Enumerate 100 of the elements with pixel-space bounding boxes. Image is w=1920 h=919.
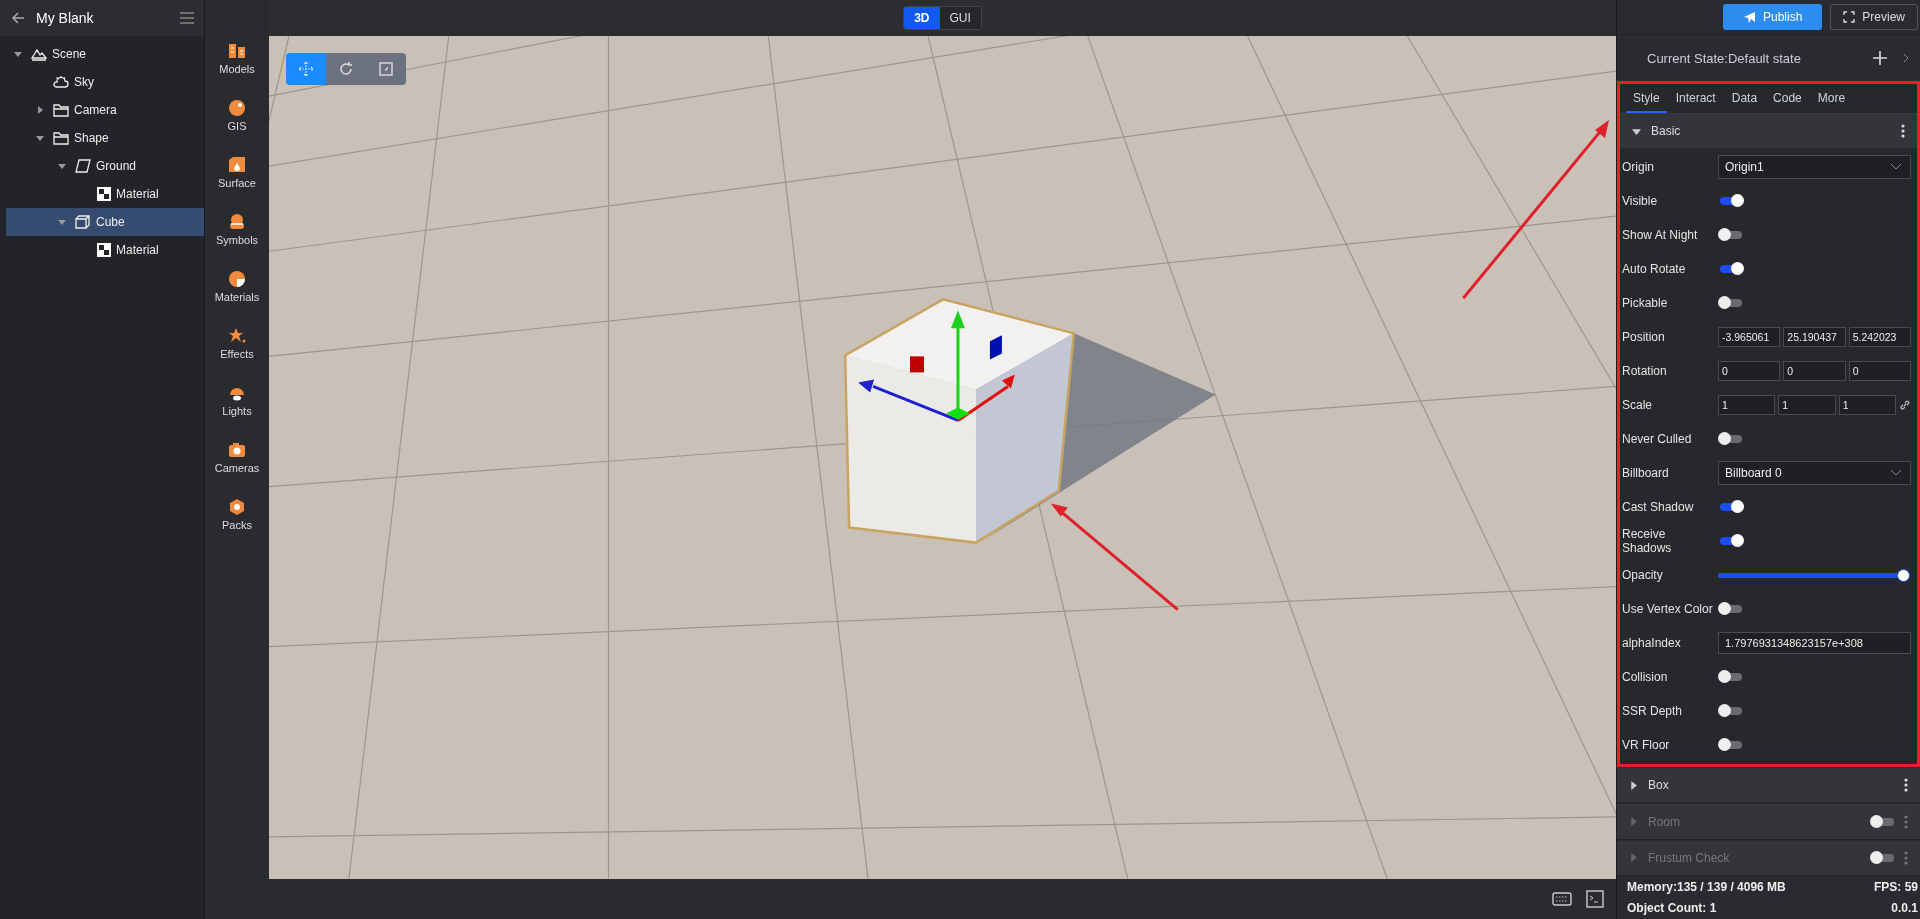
checker-icon: [97, 187, 111, 201]
section-header[interactable]: Basic: [1620, 114, 1917, 149]
library-item[interactable]: Effects: [220, 327, 254, 360]
library-item[interactable]: Symbols: [215, 213, 259, 246]
property-label: Use Vertex Color: [1622, 602, 1714, 617]
library-item[interactable]: Surface: [218, 156, 256, 189]
property-label: Origin: [1622, 160, 1655, 175]
chevron-down-icon: [1890, 163, 1902, 172]
number-field[interactable]: 1: [1778, 395, 1836, 416]
number-field[interactable]: 5.242023: [1848, 327, 1911, 348]
tree-item[interactable]: Cube: [6, 208, 204, 236]
property-label: VR Floor: [1622, 738, 1671, 753]
property-label: Show At Night: [1622, 228, 1699, 243]
menu-icon[interactable]: [180, 12, 194, 24]
caret-icon[interactable]: [36, 106, 44, 114]
property-label: Scale: [1622, 398, 1654, 413]
current-state-label: Current State:Default state: [1647, 50, 1802, 66]
back-icon[interactable]: [10, 10, 26, 26]
library-item[interactable]: GIS: [227, 99, 247, 132]
toggle-switch[interactable]: [1720, 741, 1742, 750]
toggle-switch[interactable]: [1720, 299, 1742, 308]
fullscreen-icon: [1843, 11, 1856, 24]
toggle-switch[interactable]: [1720, 265, 1742, 274]
property-label: Rotation: [1622, 364, 1668, 379]
preview-button[interactable]: Preview: [1830, 4, 1918, 31]
caret-icon[interactable]: [14, 50, 22, 58]
property-label: Auto Rotate: [1622, 262, 1687, 277]
scale-tool[interactable]: [366, 53, 406, 85]
tree-item[interactable]: Camera: [6, 96, 204, 124]
number-field[interactable]: 0: [1783, 361, 1846, 382]
cube-icon: [75, 215, 91, 229]
scale-icon: [378, 61, 394, 77]
property-label: Billboard: [1622, 466, 1670, 481]
property-label: Opacity: [1622, 568, 1664, 583]
link-icon[interactable]: [1899, 399, 1911, 412]
property-label: Collision: [1622, 670, 1669, 685]
library-item[interactable]: Models: [219, 42, 255, 75]
property-label: Never Culled: [1622, 432, 1693, 447]
caret-icon[interactable]: [36, 134, 44, 142]
section-header[interactable]: Box: [1617, 768, 1920, 804]
tree-item[interactable]: Scene: [6, 40, 204, 68]
toggle-switch[interactable]: [1720, 503, 1742, 512]
rotate-icon: [338, 61, 354, 77]
tree-item[interactable]: Ground: [6, 152, 204, 180]
more-icon[interactable]: [1904, 778, 1908, 793]
property-label: Pickable: [1622, 296, 1669, 311]
mode-tab[interactable]: 3D: [904, 7, 940, 29]
keyboard-icon[interactable]: [1552, 892, 1572, 906]
mode-tab[interactable]: GUI: [939, 7, 981, 29]
transform-gizmo[interactable]: [858, 310, 1015, 422]
property-tab[interactable]: Interact: [1668, 84, 1723, 114]
cloud-sun-icon: [53, 75, 69, 89]
library-item[interactable]: Cameras: [214, 441, 260, 474]
terminal-icon[interactable]: [1586, 890, 1604, 908]
plus-icon[interactable]: [1872, 50, 1888, 67]
toggle-switch[interactable]: [1720, 707, 1742, 716]
more-icon[interactable]: [1901, 124, 1905, 139]
dropdown-field[interactable]: Origin1: [1718, 155, 1911, 180]
number-field[interactable]: 0: [1848, 361, 1911, 382]
library-item[interactable]: Packs: [222, 498, 252, 531]
project-title: My Blank: [36, 10, 95, 26]
dropdown-field[interactable]: Billboard 0: [1718, 461, 1911, 486]
property-label: Receive Shadows: [1622, 527, 1673, 556]
number-field[interactable]: 1: [1838, 395, 1896, 416]
toggle-switch[interactable]: [1720, 197, 1742, 206]
chevron-icon[interactable]: [1902, 53, 1910, 64]
object-count: Object Count: 1: [1627, 901, 1717, 915]
toggle-switch[interactable]: [1720, 673, 1742, 682]
property-label: Position: [1622, 330, 1666, 345]
chevron-down-icon: [1890, 469, 1902, 478]
number-field[interactable]: 0: [1718, 361, 1781, 382]
tree-item[interactable]: Shape: [6, 124, 204, 152]
caret-icon[interactable]: [58, 218, 66, 226]
move-icon: [298, 61, 314, 77]
library-item[interactable]: Lights: [222, 384, 252, 417]
tree-item[interactable]: Material: [6, 180, 204, 208]
number-field[interactable]: 25.190437: [1783, 327, 1846, 348]
rotate-tool[interactable]: [326, 53, 366, 85]
library-item[interactable]: Materials: [214, 270, 260, 303]
toggle-switch[interactable]: [1720, 537, 1742, 546]
number-field[interactable]: 1: [1718, 395, 1776, 416]
folder-icon: [53, 103, 69, 117]
number-field[interactable]: -3.965061: [1718, 327, 1781, 348]
slider-thumb[interactable]: [1897, 568, 1910, 582]
property-label: Visible: [1622, 194, 1659, 209]
property-tab[interactable]: Code: [1766, 84, 1809, 114]
models-icon: [228, 42, 246, 60]
property-tab[interactable]: More: [1810, 84, 1853, 114]
caret-icon[interactable]: [58, 162, 66, 170]
toggle-switch[interactable]: [1720, 605, 1742, 614]
input-field[interactable]: 1.7976931348623157e+308: [1718, 632, 1911, 655]
tree-item[interactable]: Sky: [6, 68, 204, 96]
symbols-icon: [228, 213, 246, 231]
toggle-switch[interactable]: [1720, 231, 1742, 240]
property-tab[interactable]: Data: [1724, 84, 1765, 114]
tree-item[interactable]: Material: [6, 236, 204, 264]
property-label: Cast Shadow: [1622, 500, 1695, 515]
toggle-switch[interactable]: [1720, 435, 1742, 444]
caret-icon: [1629, 853, 1638, 863]
surface-icon: [228, 156, 246, 174]
